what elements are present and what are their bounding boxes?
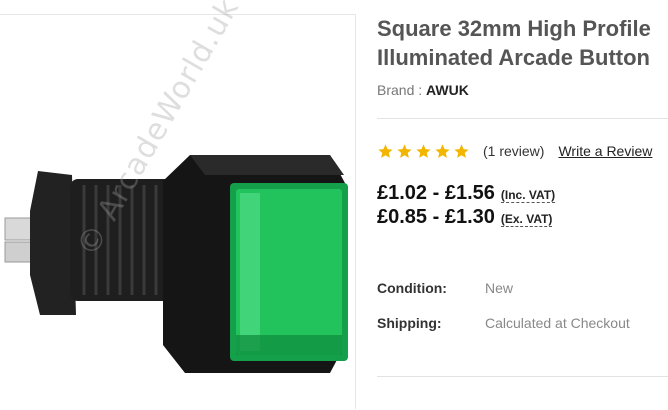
star-icon — [378, 143, 393, 158]
shipping-label: Shipping: — [377, 315, 442, 331]
thread-lines — [82, 185, 158, 295]
divider-top — [377, 118, 668, 119]
ex-vat-label[interactable]: (Ex. VAT) — [500, 212, 553, 227]
review-count[interactable]: (1 review) — [483, 143, 544, 159]
product-title-line-1: Square 32mm High Profile — [377, 16, 651, 41]
price-ex-vat: £0.85 - £1.30 — [377, 206, 495, 228]
price-inc-vat-row: £1.02 - £1.56 (Inc. VAT) — [377, 182, 556, 205]
star-icon — [416, 143, 431, 158]
star-icon — [435, 143, 450, 158]
product-title-line-2: Illuminated Arcade Button — [377, 45, 650, 70]
condition-value: New — [485, 280, 514, 296]
star-icon — [397, 143, 412, 158]
brand-label: Brand : — [377, 82, 423, 98]
price-ex-vat-row: £0.85 - £1.30 (Ex. VAT) — [377, 206, 553, 229]
brand-value[interactable]: AWUK — [426, 82, 469, 98]
product-image-panel[interactable]: © ArcadeWorld.uk — [0, 0, 356, 409]
divider-bottom — [377, 376, 668, 377]
product-title: Square 32mm High Profile Illuminated Arc… — [377, 14, 668, 72]
price-inc-vat: £1.02 - £1.56 — [377, 182, 495, 204]
mounting-nut — [30, 171, 76, 315]
star-icon — [454, 143, 469, 158]
rating-row: (1 review) Write a Review — [377, 141, 652, 161]
inc-vat-label[interactable]: (Inc. VAT) — [500, 188, 556, 203]
rating-stars — [377, 143, 470, 160]
write-review-link[interactable]: Write a Review — [558, 143, 652, 159]
shipping-value: Calculated at Checkout — [485, 315, 630, 331]
condition-label: Condition: — [377, 280, 447, 296]
brand-row: Brand : AWUK — [377, 82, 469, 98]
arcade-button-image — [4, 155, 348, 373]
